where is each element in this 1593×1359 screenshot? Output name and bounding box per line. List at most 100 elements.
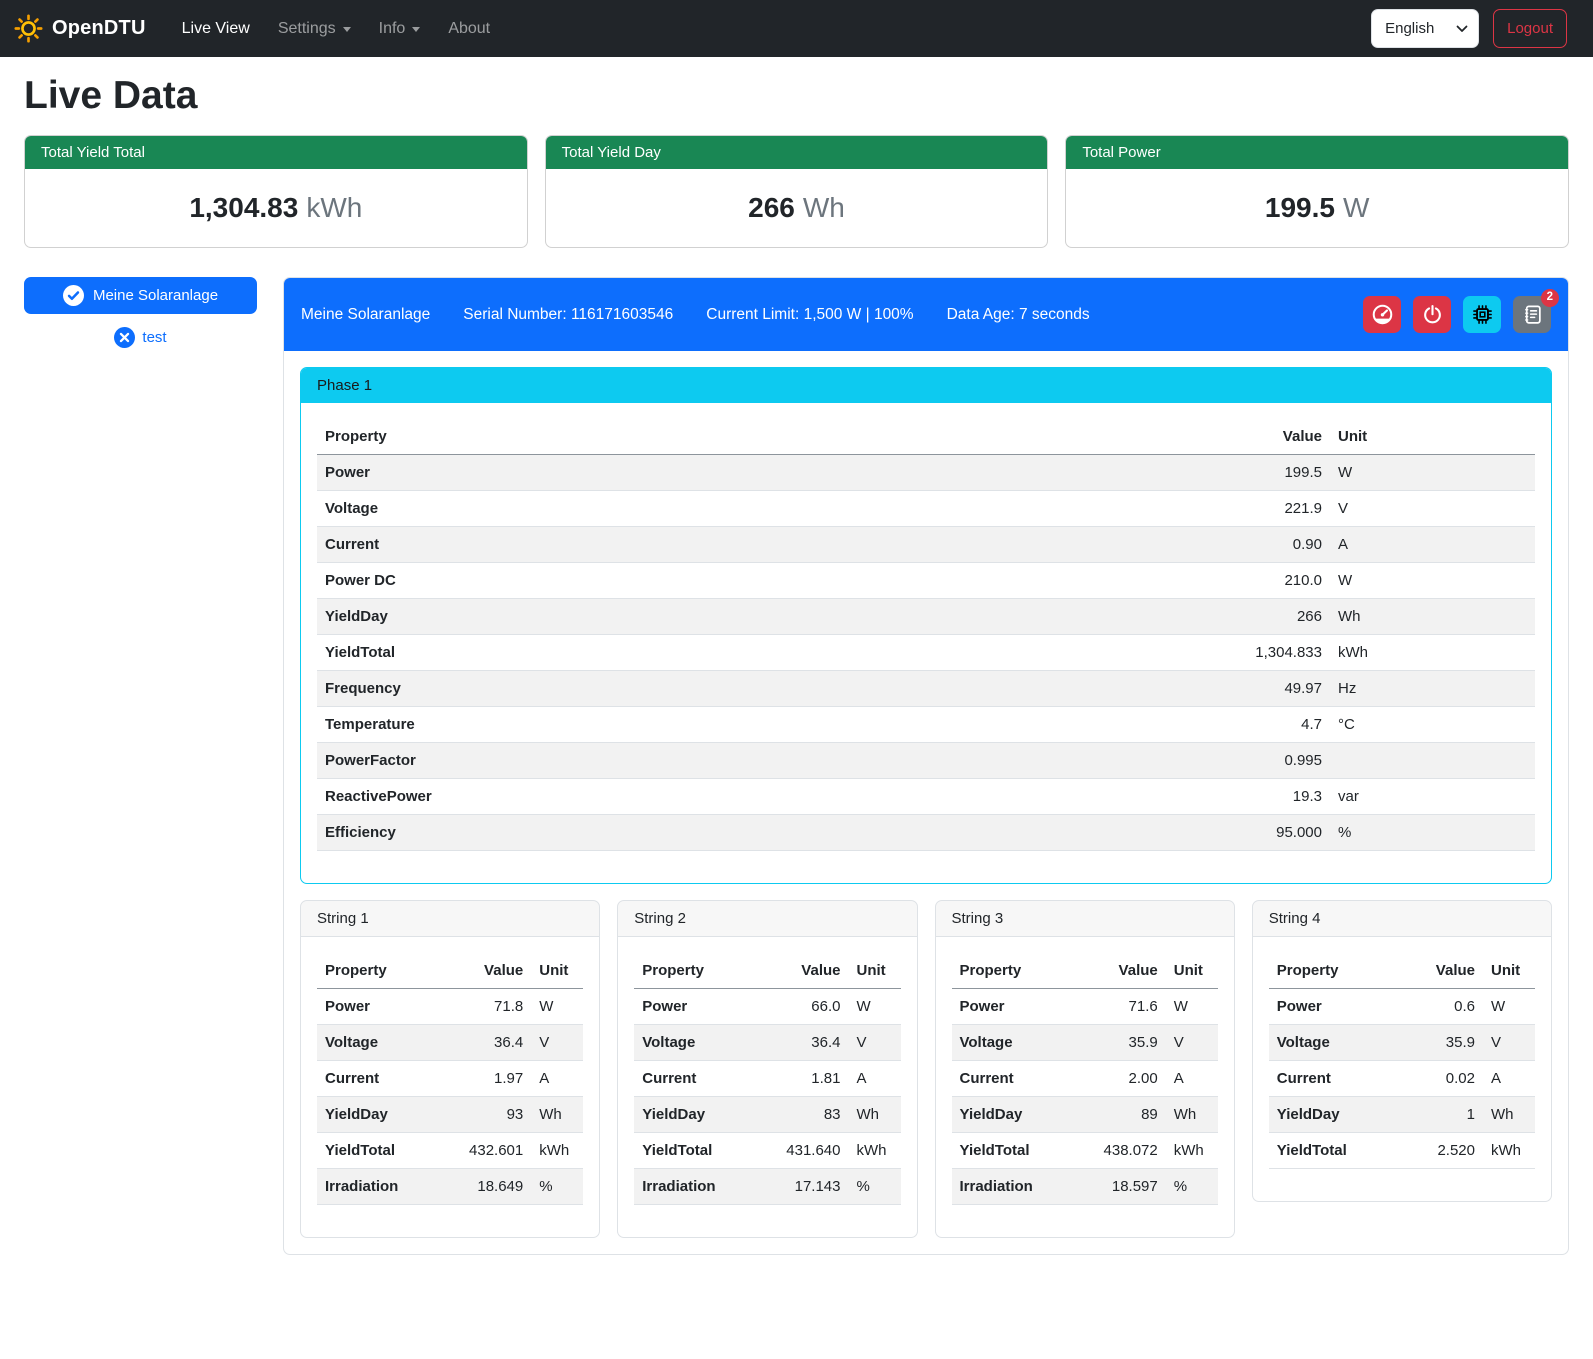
property-cell: Temperature xyxy=(317,707,1210,743)
nav-item-settings[interactable]: Settings xyxy=(264,12,365,46)
table-row: ReactivePower19.3var xyxy=(317,779,1535,815)
unit-cell: kWh xyxy=(531,1133,583,1169)
table-row: Power71.6W xyxy=(952,989,1218,1025)
value-cell: 36.4 xyxy=(447,1025,531,1061)
brand-title: OpenDTU xyxy=(52,17,146,40)
property-cell: Voltage xyxy=(317,491,1210,527)
table-row: Current2.00A xyxy=(952,1061,1218,1097)
sidebar-item-test-inverter[interactable]: test xyxy=(24,327,257,348)
table-row: Temperature4.7°C xyxy=(317,707,1535,743)
string-card-body: Property Value Unit Power0.6WVoltage35.9… xyxy=(1253,937,1551,1201)
nav-item-live-view[interactable]: Live View xyxy=(168,12,264,46)
value-cell: 35.9 xyxy=(1082,1025,1166,1061)
logout-button[interactable]: Logout xyxy=(1493,9,1567,48)
property-cell: YieldDay xyxy=(1269,1097,1399,1133)
value-cell: 19.3 xyxy=(1210,779,1330,815)
table-header-row: Property Value Unit xyxy=(952,953,1218,989)
string-card: String 4 Property Value Unit Power0.6WVo… xyxy=(1252,900,1552,1202)
property-cell: YieldTotal xyxy=(317,1133,447,1169)
table-row: Power66.0W xyxy=(634,989,900,1025)
power-button[interactable] xyxy=(1413,296,1451,333)
property-cell: YieldTotal xyxy=(317,635,1210,671)
brand[interactable]: OpenDTU xyxy=(14,14,146,43)
column-header-unit: Unit xyxy=(531,953,583,989)
unit-cell: W xyxy=(1166,989,1218,1025)
sidebar-item-label: Meine Solaranlage xyxy=(93,287,218,304)
property-cell: Voltage xyxy=(634,1025,764,1061)
unit-cell: V xyxy=(531,1025,583,1061)
value-cell: 266 xyxy=(1210,599,1330,635)
table-row: Irradiation17.143% xyxy=(634,1169,900,1205)
property-cell: Irradiation xyxy=(952,1169,1082,1205)
unit-cell: W xyxy=(1483,989,1535,1025)
column-header-property: Property xyxy=(317,953,447,989)
device-info-button[interactable] xyxy=(1463,296,1501,333)
value-cell: 93 xyxy=(447,1097,531,1133)
event-log-button[interactable]: 2 xyxy=(1513,296,1551,333)
unit-cell: % xyxy=(849,1169,901,1205)
sun-icon xyxy=(14,14,43,43)
property-cell: YieldDay xyxy=(317,1097,447,1133)
unit-cell: var xyxy=(1330,779,1535,815)
check-circle-icon xyxy=(63,285,84,306)
property-cell: YieldDay xyxy=(317,599,1210,635)
column-header-property: Property xyxy=(317,419,1210,455)
value-cell: 199.5 xyxy=(1210,455,1330,491)
unit-cell: kWh xyxy=(1483,1133,1535,1169)
unit-cell: kWh xyxy=(1330,635,1535,671)
nav-links: Live View Settings Info About xyxy=(168,12,505,46)
column-header-property: Property xyxy=(634,953,764,989)
value-cell: 1.81 xyxy=(765,1061,849,1097)
value-cell: 18.597 xyxy=(1082,1169,1166,1205)
string-card: String 3 Property Value Unit Power71.6WV… xyxy=(935,900,1235,1238)
unit-cell: V xyxy=(1330,491,1535,527)
language-select[interactable]: English xyxy=(1371,9,1479,48)
value-cell: 2.00 xyxy=(1082,1061,1166,1097)
string-card: String 1 Property Value Unit Power71.8WV… xyxy=(300,900,600,1238)
unit-cell: W xyxy=(1330,455,1535,491)
limit-settings-button[interactable] xyxy=(1363,296,1401,333)
column-header-value: Value xyxy=(1210,419,1330,455)
phase-card: Phase 1 Property Value Unit Power199.5WV… xyxy=(300,367,1552,884)
table-row: Efficiency95.000% xyxy=(317,815,1535,851)
string-card-title: String 2 xyxy=(618,901,916,937)
unit-cell: V xyxy=(849,1025,901,1061)
unit-cell: A xyxy=(1166,1061,1218,1097)
unit-cell: A xyxy=(531,1061,583,1097)
page-title: Live Data xyxy=(24,74,1569,118)
total-power-card: Total Power 199.5W xyxy=(1065,135,1569,248)
nav-item-about[interactable]: About xyxy=(434,12,504,46)
property-cell: Current xyxy=(317,1061,447,1097)
card-body: 199.5W xyxy=(1066,169,1568,247)
unit-cell: Wh xyxy=(1483,1097,1535,1133)
column-header-value: Value xyxy=(1399,953,1483,989)
table-row: YieldTotal431.640kWh xyxy=(634,1133,900,1169)
property-cell: YieldTotal xyxy=(1269,1133,1399,1169)
table-row: Irradiation18.597% xyxy=(952,1169,1218,1205)
caret-down-icon xyxy=(343,27,351,32)
nav-item-info[interactable]: Info xyxy=(365,12,435,46)
card-value: 266 xyxy=(748,192,795,223)
total-yield-day-card: Total Yield Day 266Wh xyxy=(545,135,1049,248)
value-cell: 0.995 xyxy=(1210,743,1330,779)
value-cell: 0.90 xyxy=(1210,527,1330,563)
inverter-limit: Current Limit: 1,500 W | 100% xyxy=(706,306,913,324)
value-cell: 83 xyxy=(765,1097,849,1133)
string-table: Property Value Unit Power66.0WVoltage36.… xyxy=(634,953,900,1205)
power-icon xyxy=(1422,304,1443,325)
sidebar-item-selected-inverter[interactable]: Meine Solaranlage xyxy=(24,277,257,314)
string-card-title: String 1 xyxy=(301,901,599,937)
table-row: YieldTotal438.072kWh xyxy=(952,1133,1218,1169)
unit-cell: Wh xyxy=(531,1097,583,1133)
column-header-value: Value xyxy=(447,953,531,989)
column-header-unit: Unit xyxy=(1330,419,1535,455)
cpu-icon xyxy=(1471,303,1494,326)
unit-cell: kWh xyxy=(1166,1133,1218,1169)
unit-cell: Hz xyxy=(1330,671,1535,707)
table-header-row: Property Value Unit xyxy=(634,953,900,989)
property-cell: Voltage xyxy=(317,1025,447,1061)
property-cell: Irradiation xyxy=(317,1169,447,1205)
table-row: Voltage36.4V xyxy=(317,1025,583,1061)
value-cell: 438.072 xyxy=(1082,1133,1166,1169)
property-cell: YieldTotal xyxy=(952,1133,1082,1169)
